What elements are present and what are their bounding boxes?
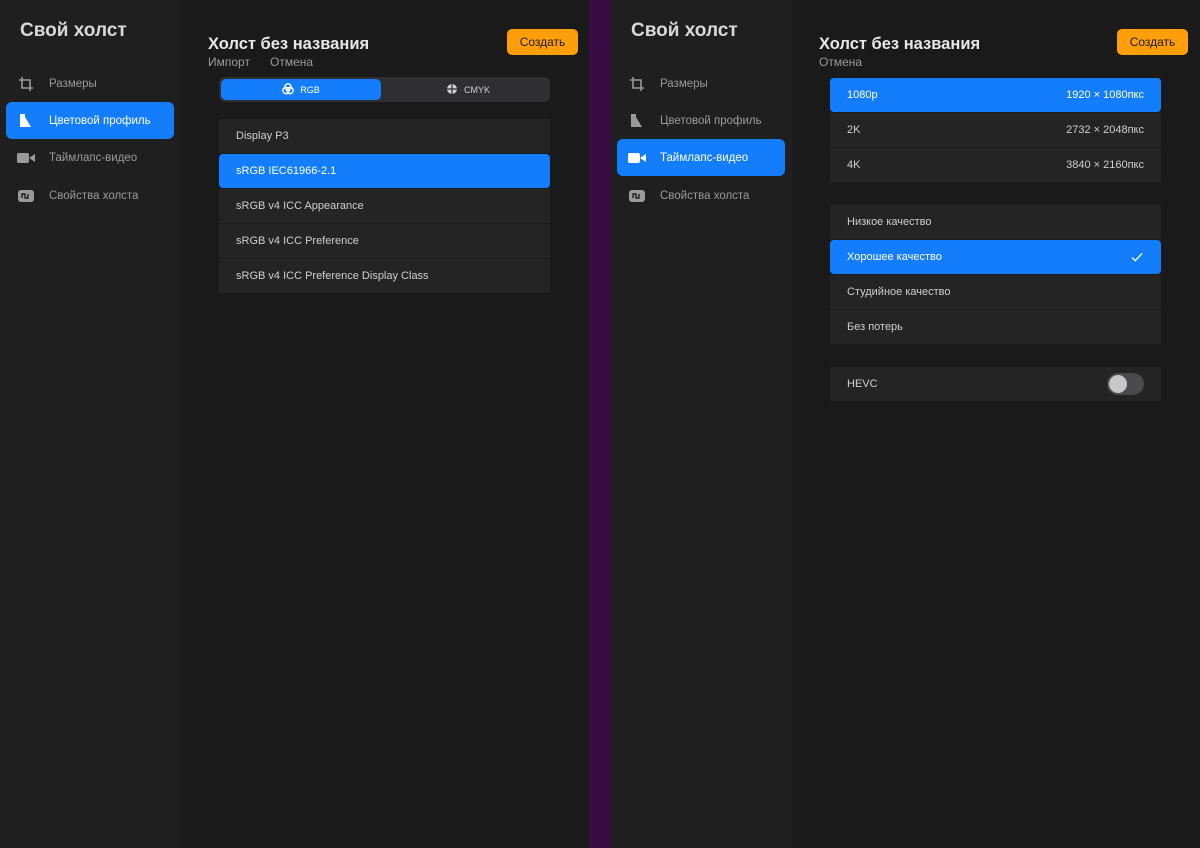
segment-rgb[interactable]: RGB (221, 79, 381, 100)
sidebar-item-timelapse[interactable]: Таймлапс-видео (617, 139, 785, 176)
resolution-size: 2732 × 2048пкс (1066, 124, 1144, 136)
resolution-name: 2K (847, 124, 861, 136)
color-profile-icon (16, 113, 36, 129)
resolution-name: 1080p (847, 89, 878, 101)
list-item[interactable]: Низкое качество (830, 205, 1161, 239)
sidebar-item-label: Таймлапс-видео (660, 151, 749, 164)
resolution-size: 3840 × 2160пкс (1066, 159, 1144, 171)
profile-label: sRGB v4 ICC Appearance (236, 200, 364, 212)
canvas-title: Холст без названия (208, 35, 370, 53)
checkmark-icon (1130, 250, 1144, 264)
resolution-size: 1920 × 1080пкс (1066, 89, 1144, 101)
list-item[interactable]: 1080p 1920 × 1080пкс (830, 78, 1161, 112)
canvas-title: Холст без названия (819, 35, 981, 53)
left-panel: Свой холст Размеры Цветовой профиль Тайм… (0, 0, 589, 848)
color-profile-list: Display P3 sRGB IEC61966-2.1 sRGB v4 ICC… (219, 119, 550, 294)
cmyk-icon (446, 83, 458, 97)
quality-label: Низкое качество (847, 216, 932, 228)
canvas-properties-icon (627, 188, 647, 204)
sidebar: Свой холст Размеры Цветовой профиль Тайм… (0, 0, 181, 848)
list-item[interactable]: Display P3 (219, 119, 550, 153)
profile-label: sRGB v4 ICC Preference Display Class (236, 270, 429, 282)
hevc-setting: HEVC (830, 367, 1161, 402)
resolution-name: 4K (847, 159, 861, 171)
list-item[interactable]: 2K 2732 × 2048пкс (830, 113, 1161, 147)
quality-label: Хорошее качество (847, 251, 942, 263)
crop-icon (16, 76, 36, 92)
profile-label: sRGB v4 ICC Preference (236, 235, 359, 247)
sidebar-item-sizes[interactable]: Размеры (6, 65, 174, 102)
create-button[interactable]: Создать (1117, 29, 1188, 55)
sidebar-item-label: Цветовой профиль (660, 114, 762, 127)
sidebar-item-label: Свойства холста (660, 189, 750, 202)
sidebar-item-label: Размеры (660, 77, 708, 90)
profile-label: Display P3 (236, 130, 289, 142)
sidebar-item-label: Размеры (49, 77, 97, 90)
crop-icon (627, 76, 647, 92)
right-panel: Свой холст Размеры Цветовой профиль Тайм… (611, 0, 1200, 848)
list-item[interactable]: sRGB v4 ICC Preference Display Class (219, 259, 550, 293)
color-mode-segmented-control: RGB CMYK (219, 77, 550, 102)
hevc-toggle[interactable] (1107, 373, 1144, 395)
main-content: Холст без названия Импорт Отмена Создать… (181, 0, 589, 848)
hevc-label: HEVC (847, 378, 878, 390)
video-camera-icon (627, 150, 647, 166)
resolution-list: 1080p 1920 × 1080пкс 2K 2732 × 2048пкс 4… (830, 78, 1161, 183)
import-link[interactable]: Импорт (208, 55, 250, 69)
sidebar-item-label: Цветовой профиль (49, 114, 151, 127)
list-item[interactable]: Студийное качество (830, 275, 1161, 309)
cancel-link[interactable]: Отмена (819, 55, 862, 69)
list-item[interactable]: 4K 3840 × 2160пкс (830, 148, 1161, 182)
hevc-row: HEVC (830, 367, 1161, 401)
list-item[interactable]: sRGB v4 ICC Preference (219, 224, 550, 258)
main-content: Холст без названия Отмена Создать 1080p … (792, 0, 1200, 848)
list-item[interactable]: Хорошее качество (830, 240, 1161, 274)
create-button[interactable]: Создать (507, 29, 578, 55)
sidebar-item-sizes[interactable]: Размеры (617, 65, 785, 102)
app-title: Свой холст (20, 20, 127, 41)
sidebar-item-color-profile[interactable]: Цветовой профиль (6, 102, 174, 139)
sidebar-item-label: Свойства холста (49, 189, 139, 202)
quality-list: Низкое качество Хорошее качество Студийн… (830, 205, 1161, 345)
segment-label: CMYK (463, 84, 490, 95)
video-camera-icon (16, 150, 36, 166)
sidebar: Свой холст Размеры Цветовой профиль Тайм… (611, 0, 792, 848)
list-item[interactable]: sRGB v4 ICC Appearance (219, 189, 550, 223)
quality-label: Студийное качество (847, 286, 951, 298)
rgb-icon (282, 82, 295, 97)
cancel-link[interactable]: Отмена (270, 55, 313, 69)
sidebar-item-canvas-properties[interactable]: Свойства холста (617, 177, 785, 214)
sidebar-item-timelapse[interactable]: Таймлапс-видео (6, 139, 174, 176)
list-item[interactable]: sRGB IEC61966-2.1 (219, 154, 550, 188)
quality-label: Без потерь (847, 321, 903, 333)
canvas-properties-icon (16, 188, 36, 204)
segment-label: RGB (300, 84, 320, 95)
toggle-knob (1109, 375, 1127, 393)
profile-label: sRGB IEC61966-2.1 (236, 165, 337, 177)
sidebar-item-label: Таймлапс-видео (49, 151, 138, 164)
app-title: Свой холст (631, 20, 738, 41)
segment-cmyk[interactable]: CMYK (388, 79, 548, 100)
list-item[interactable]: Без потерь (830, 310, 1161, 344)
sidebar-item-color-profile[interactable]: Цветовой профиль (617, 102, 785, 139)
color-profile-icon (627, 113, 647, 129)
sidebar-item-canvas-properties[interactable]: Свойства холста (6, 177, 174, 214)
